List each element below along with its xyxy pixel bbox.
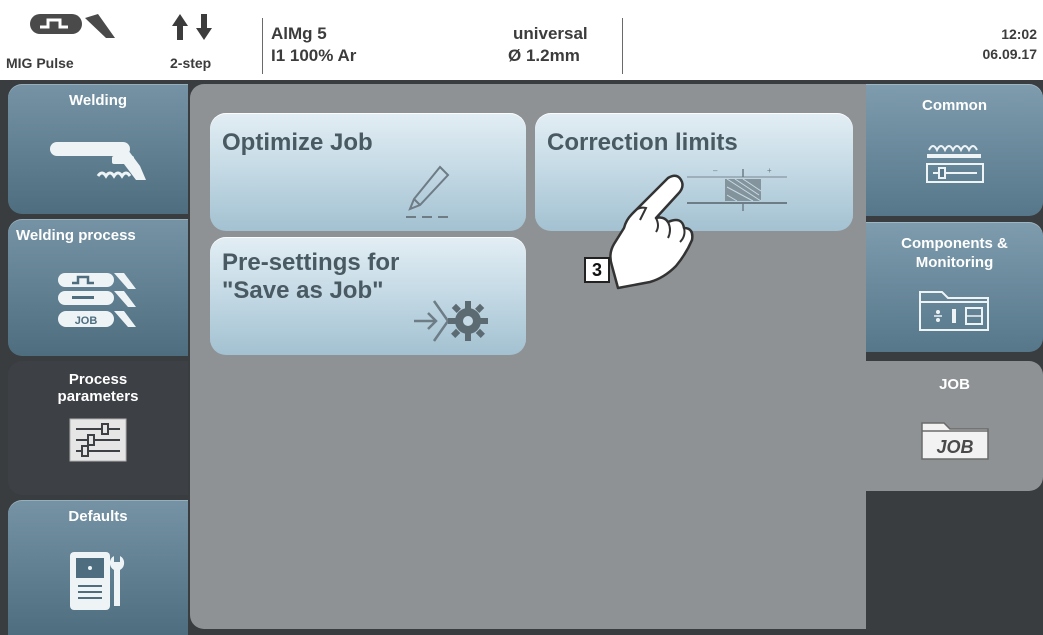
- mode-arrows-icon: [172, 14, 212, 40]
- material-label: AlMg 5: [271, 24, 327, 43]
- sidebar-item-label: Process parameters: [57, 371, 139, 405]
- job-badge: JOB: [75, 315, 98, 327]
- pre-settings-save-as-job-button[interactable]: Pre-settings for "Save as Job": [210, 237, 526, 355]
- date-label: 06.09.17: [982, 46, 1038, 62]
- welding-process-icon: JOB: [58, 273, 136, 327]
- power-source-wrench-icon: [70, 552, 125, 610]
- mig-pulse-icon: [30, 14, 115, 38]
- divider: [262, 18, 263, 74]
- gas-label: I1 100% Ar: [271, 46, 357, 65]
- sidebar-item-welding[interactable]: Welding: [8, 84, 188, 214]
- characteristic-label: universal: [513, 24, 588, 43]
- wire-diameter-label: Ø 1.2mm: [508, 46, 580, 65]
- tile-label: Pre-settings for "Save as Job": [222, 249, 400, 304]
- pencil-icon: [406, 165, 450, 218]
- sidebar-item-label: Components & Monitoring: [901, 235, 1008, 271]
- time-label: 12:02: [1001, 26, 1037, 42]
- optimize-job-button[interactable]: Optimize Job: [210, 113, 526, 231]
- process-label: MIG Pulse: [6, 55, 74, 71]
- sidebar-item-welding-process[interactable]: Welding process JOB: [8, 219, 188, 356]
- sidebar-item-process-parameters[interactable]: Process parameters: [8, 361, 188, 495]
- mode-label: 2-step: [170, 55, 212, 71]
- welding-torch-icon: [50, 142, 146, 180]
- save-settings-gear-icon: [414, 300, 488, 342]
- callout-number: 3: [584, 257, 610, 283]
- sidebar-item-label: Common: [922, 97, 987, 114]
- tile-label: Optimize Job: [222, 129, 373, 156]
- svg-text:JOB: JOB: [936, 437, 973, 457]
- sidebar-item-common[interactable]: Common: [866, 84, 1043, 216]
- components-folder-icon: [918, 291, 989, 331]
- sidebar-item-defaults[interactable]: Defaults: [8, 500, 188, 635]
- sliders-icon: [69, 418, 127, 462]
- sidebar-item-label: JOB: [939, 376, 970, 393]
- sidebar-item-label: Welding: [68, 92, 128, 109]
- tile-label: Correction limits: [547, 129, 738, 156]
- svg-text:–: –: [713, 166, 718, 175]
- sidebar-item-job[interactable]: JOB JOB: [866, 361, 1043, 491]
- status-bar: MIG Pulse 2-step AlMg 5 I1 100% Ar unive…: [0, 0, 1043, 80]
- divider: [622, 18, 623, 74]
- svg-text:+: +: [767, 166, 772, 175]
- sidebar-item-label: Welding process: [16, 227, 136, 244]
- common-settings-icon: [925, 145, 984, 183]
- sidebar-item-label: Defaults: [68, 508, 128, 525]
- job-folder-icon: JOB: [920, 422, 989, 460]
- sidebar-item-components-monitoring[interactable]: Components & Monitoring: [866, 222, 1043, 352]
